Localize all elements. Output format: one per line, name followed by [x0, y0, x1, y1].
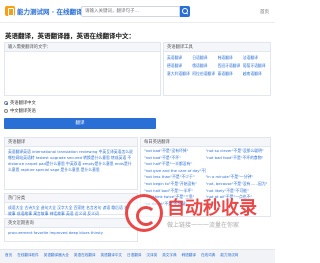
- site-logo[interactable]: 能力测试网 · 在线翻译: [5, 5, 83, 17]
- source-text-input[interactable]: [5, 52, 160, 95]
- category-panel: 热门分类 成语大全 古诗大全 造句大全 汉字大全 百家姓 名言名句 谚语 歇后语…: [4, 193, 138, 216]
- list-item: "not bad"不是"没有坏掉" "not so clever"不是"没那么聪明…: [144, 148, 267, 155]
- daily-link[interactable]: "not less than"不是"不少于": [144, 174, 206, 181]
- daily-link[interactable]: "not bad food"不是"不坏的食物": [206, 155, 268, 162]
- radio-icon[interactable]: [4, 109, 8, 113]
- search-input[interactable]: [81, 6, 180, 17]
- tool-link[interactable]: 泰语翻译: [218, 71, 242, 77]
- footer-link[interactable]: 英语翻译器大全: [44, 253, 69, 260]
- translation-panel-heading: 英语翻译: [5, 138, 137, 147]
- tool-link[interactable]: 阿拉伯语翻译: [192, 71, 216, 77]
- footer-link[interactable]: 汉译英: [146, 253, 157, 260]
- list-item: "not half"不是"一半都没有": [144, 161, 267, 168]
- tools-panel-heading: 英语翻译工具: [164, 43, 270, 52]
- footer: 首页 在线翻译软件 英语翻译器大全 英语在线翻译 英语翻译中文 日语翻译 汉译英…: [0, 249, 275, 263]
- footer-link[interactable]: 在线翻译软件: [17, 253, 39, 260]
- option-en-to-zh-label: 英语翻译中文: [10, 101, 36, 106]
- logo-text: 能力测试网 · 在线翻译: [17, 8, 83, 16]
- logo-icon: [5, 6, 15, 16]
- watermark-sub-text: 做上链接一一一流量在你家: [167, 221, 240, 229]
- tool-link[interactable]: 西班牙语翻译: [218, 63, 242, 69]
- tool-link[interactable]: 德语翻译: [167, 63, 191, 69]
- recent-query-heading: 英文近期查询: [5, 219, 137, 228]
- input-panel-heading: 输入需要翻译的文字：: [5, 43, 160, 52]
- daily-link[interactable]: "not bad"不是"不坏": [144, 155, 206, 162]
- translation-panel: 英语翻译 英语翻译英语 international translation re…: [4, 137, 138, 190]
- footer-link[interactable]: 英文字典: [162, 253, 176, 260]
- page-title: 英语翻译，英语翻译器，英语在线翻译中文：: [5, 32, 135, 40]
- tool-link[interactable]: 日语翻译: [192, 55, 216, 61]
- translate-button[interactable]: 翻译: [4, 118, 156, 129]
- translation-links[interactable]: 英语翻译英语 international translation reviewi…: [5, 147, 137, 175]
- daily-link[interactable]: "not begin to"不是"开始没有": [144, 181, 206, 188]
- category-links[interactable]: 成语大全 古诗大全 造句大全 汉字大全 百家姓 名言名句 谚语 歇后语 名人故事…: [5, 203, 137, 219]
- daily-link[interactable]: "in a minute"不是"一分钟": [206, 174, 268, 181]
- footer-link[interactable]: 韩语翻译: [182, 253, 196, 260]
- list-item: "not give and the care of day"不是"不给予": [144, 168, 267, 175]
- daily-link[interactable]: [206, 161, 268, 168]
- daily-panel-heading: 每日英语翻译: [141, 138, 270, 147]
- home-link[interactable]: 首页: [260, 9, 269, 15]
- option-en-to-zh[interactable]: 英语翻译中文: [4, 100, 36, 106]
- daily-link[interactable]: [206, 168, 268, 175]
- daily-link[interactable]: "not half"不是"一半都没有": [144, 161, 206, 168]
- daily-link[interactable]: "not bad"不是"没有坏掉": [144, 148, 206, 155]
- tool-link[interactable]: 俄语翻译: [192, 63, 216, 69]
- footer-link[interactable]: 日语翻译: [127, 253, 141, 260]
- input-panel: 输入需要翻译的文字：: [4, 42, 161, 96]
- tools-panel: 英语翻译工具 英语翻译 日语翻译 韩语翻译 法语翻译 德语翻译 俄语翻译 西班牙…: [163, 42, 271, 96]
- list-item: "not less than"不是"不少于" "in a minute"不是"一分…: [144, 174, 267, 181]
- list-item: "not begin to"不是"开始没有" "not, because"不是"没…: [144, 181, 267, 188]
- daily-link[interactable]: "not, because"不是"没有……因为": [206, 181, 268, 188]
- recent-query-links[interactable]: procurement favorite improved deep blues…: [5, 228, 137, 238]
- list-item: "not bad"不是"不坏" "not bad food"不是"不坏的食物": [144, 155, 267, 162]
- tool-link[interactable]: 韩语翻译: [218, 55, 242, 61]
- tool-link[interactable]: 越南语翻译: [243, 71, 267, 77]
- watermark-main-text: 自动秒收录: [167, 197, 257, 219]
- recent-query-panel: 英文近期查询 procurement favorite improved dee…: [4, 218, 138, 242]
- radio-selected-icon[interactable]: [4, 101, 8, 105]
- option-zh-to-en-label: 中文翻译英语: [10, 109, 36, 114]
- tool-link[interactable]: 意大利语翻译: [167, 71, 191, 77]
- footer-link[interactable]: 英语在线翻译: [74, 253, 96, 260]
- option-zh-to-en[interactable]: 中文翻译英语: [4, 108, 36, 114]
- category-panel-heading: 热门分类: [5, 194, 137, 203]
- watermark-logo-icon: [125, 194, 163, 232]
- footer-link[interactable]: 首页: [5, 253, 12, 260]
- daily-link[interactable]: "not give and the care of day"不是"不给予": [144, 168, 206, 175]
- footer-link[interactable]: 英语翻译中文: [100, 253, 122, 260]
- tool-link[interactable]: 英语翻译: [167, 55, 191, 61]
- tool-link[interactable]: 法语翻译: [243, 55, 267, 61]
- tool-link[interactable]: 葡萄牙语翻译: [243, 63, 267, 69]
- watermark: 自动秒收录 做上链接一一一流量在你家: [125, 192, 258, 234]
- search-button[interactable]: [180, 6, 190, 17]
- daily-link[interactable]: "not so clever"不是"没那么聪明": [206, 148, 268, 155]
- footer-link[interactable]: 在线词典: [201, 253, 215, 260]
- top-bar: 能力测试网 · 在线翻译 首页: [0, 0, 275, 23]
- footer-link[interactable]: 能力测试网: [220, 253, 238, 260]
